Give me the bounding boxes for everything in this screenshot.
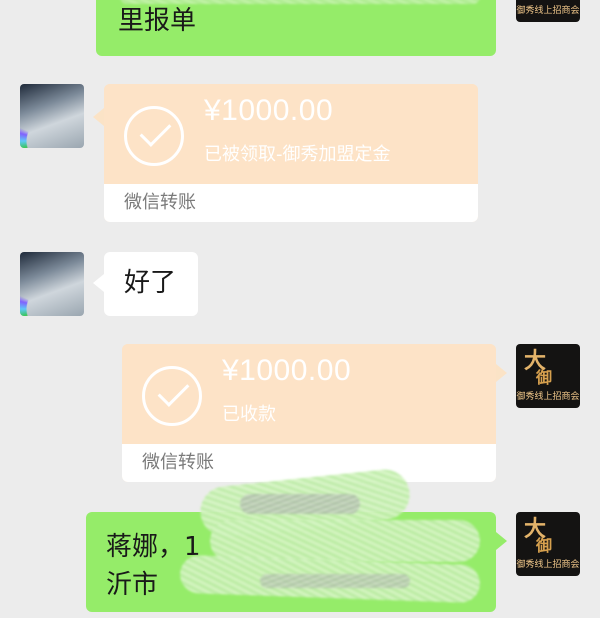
contact-avatar[interactable] <box>20 252 84 316</box>
transfer-footer: 微信转账 <box>122 444 496 482</box>
brand-name: 御秀线上招商会 <box>516 560 580 570</box>
my-avatar[interactable]: 大 御 御秀线上招商会 <box>516 0 580 22</box>
brand-name: 御秀线上招商会 <box>516 392 580 402</box>
contact-avatar[interactable] <box>20 84 84 148</box>
my-avatar[interactable]: 大 御 御秀线上招商会 <box>516 512 580 576</box>
message-text: 好了 <box>124 268 177 298</box>
transfer-footer: 微信转账 <box>104 184 478 222</box>
transfer-card[interactable]: ¥1000.00 已收款 微信转账 <box>122 344 496 482</box>
transfer-amount: ¥1000.00 <box>204 94 334 127</box>
redaction-scribble <box>260 574 410 588</box>
brand-name: 御秀线上招商会 <box>516 6 580 16</box>
transfer-status: 已被领取-御秀加盟定金 <box>204 144 391 165</box>
redaction-scribble <box>240 494 360 514</box>
redaction-scribble <box>210 520 480 562</box>
message-text: 里报单 <box>118 6 197 36</box>
check-circle-icon <box>124 106 184 166</box>
redaction-scribble <box>120 0 480 4</box>
my-message-bubble[interactable]: 里报单 <box>96 0 496 56</box>
transfer-status: 已收款 <box>222 404 276 425</box>
transfer-card[interactable]: ¥1000.00 已被领取-御秀加盟定金 微信转账 <box>104 84 478 222</box>
my-avatar[interactable]: 大 御 御秀线上招商会 <box>516 344 580 408</box>
brand-logo-text-secondary: 御 <box>536 368 553 387</box>
transfer-amount: ¥1000.00 <box>222 354 352 387</box>
check-circle-icon <box>142 366 202 426</box>
brand-logo-text-secondary: 御 <box>536 536 553 555</box>
contact-message-bubble[interactable]: 好了 <box>104 252 198 316</box>
